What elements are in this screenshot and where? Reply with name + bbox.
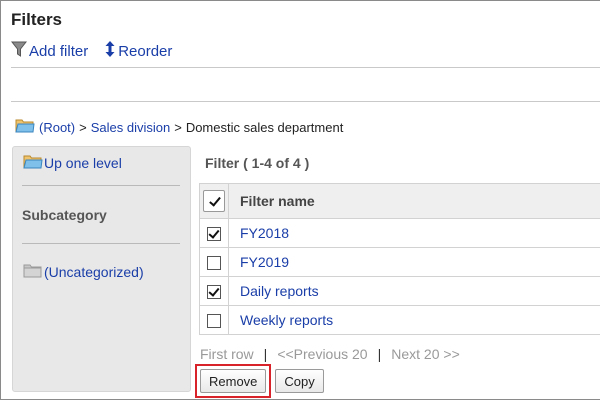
folder-icon xyxy=(15,118,35,136)
filter-name-link[interactable]: Weekly reports xyxy=(240,312,333,328)
pager-divider: | xyxy=(263,346,268,362)
filter-name-link[interactable]: FY2019 xyxy=(240,254,289,270)
select-all-cell xyxy=(199,183,229,219)
uncategorized-label: (Uncategorized) xyxy=(44,264,144,280)
add-filter-link[interactable]: Add filter xyxy=(10,40,89,62)
select-all-checkbox[interactable] xyxy=(203,190,225,212)
remove-button[interactable]: Remove xyxy=(200,369,267,393)
filter-count-heading: Filter ( 1-4 of 4 ) xyxy=(205,155,310,171)
divider xyxy=(22,185,180,186)
divider xyxy=(22,243,180,244)
breadcrumb-root[interactable]: (Root) xyxy=(39,120,75,135)
uncategorized-link[interactable]: (Uncategorized) xyxy=(23,263,144,281)
previous-page-link[interactable]: <<Previous 20 xyxy=(277,346,367,362)
breadcrumb-separator: > xyxy=(79,119,87,135)
breadcrumb-separator: > xyxy=(174,119,182,135)
funnel-icon xyxy=(10,40,29,62)
pagination: First row | <<Previous 20 | Next 20 >> xyxy=(200,346,460,362)
add-filter-label: Add filter xyxy=(29,42,89,60)
row-checkbox[interactable] xyxy=(207,256,221,271)
divider xyxy=(11,101,600,102)
category-sidebar: Up one level Subcategory (Uncategorized) xyxy=(12,146,191,392)
row-checkbox[interactable] xyxy=(207,227,221,242)
table-row: FY2019 xyxy=(199,247,600,277)
table-header-row: Filter name xyxy=(199,183,600,219)
breadcrumb-sales-division[interactable]: Sales division xyxy=(91,120,171,135)
folder-icon xyxy=(23,263,43,281)
table-row: FY2018 xyxy=(199,218,600,248)
up-one-level-label: Up one level xyxy=(44,155,122,171)
folder-up-icon xyxy=(23,154,43,172)
filter-name-link[interactable]: FY2018 xyxy=(240,225,289,241)
column-header-filter-name: Filter name xyxy=(228,183,600,219)
action-buttons: Remove Copy xyxy=(195,364,324,398)
breadcrumb: (Root) > Sales division > Domestic sales… xyxy=(15,118,343,136)
filter-table: Filter name FY2018 FY2019 Daily reports … xyxy=(199,183,600,335)
row-checkbox[interactable] xyxy=(207,314,221,329)
pager-divider: | xyxy=(377,346,382,362)
up-one-level-link[interactable]: Up one level xyxy=(23,154,122,172)
breadcrumb-current: Domestic sales department xyxy=(185,119,344,135)
toolbar: Add filter Reorder xyxy=(10,40,188,62)
table-row: Weekly reports xyxy=(199,305,600,335)
reorder-link[interactable]: Reorder xyxy=(104,40,172,62)
divider xyxy=(11,67,600,68)
table-row: Daily reports xyxy=(199,276,600,306)
vertical-arrows-icon xyxy=(104,40,118,62)
page-title: Filters xyxy=(11,10,63,29)
copy-button[interactable]: Copy xyxy=(275,369,324,393)
remove-highlight: Remove xyxy=(195,364,272,398)
filter-name-link[interactable]: Daily reports xyxy=(240,283,319,299)
subcategory-heading: Subcategory xyxy=(22,207,107,223)
first-row-link[interactable]: First row xyxy=(200,346,254,362)
reorder-label: Reorder xyxy=(118,42,173,60)
next-page-link[interactable]: Next 20 >> xyxy=(391,346,460,362)
row-checkbox[interactable] xyxy=(207,285,221,300)
